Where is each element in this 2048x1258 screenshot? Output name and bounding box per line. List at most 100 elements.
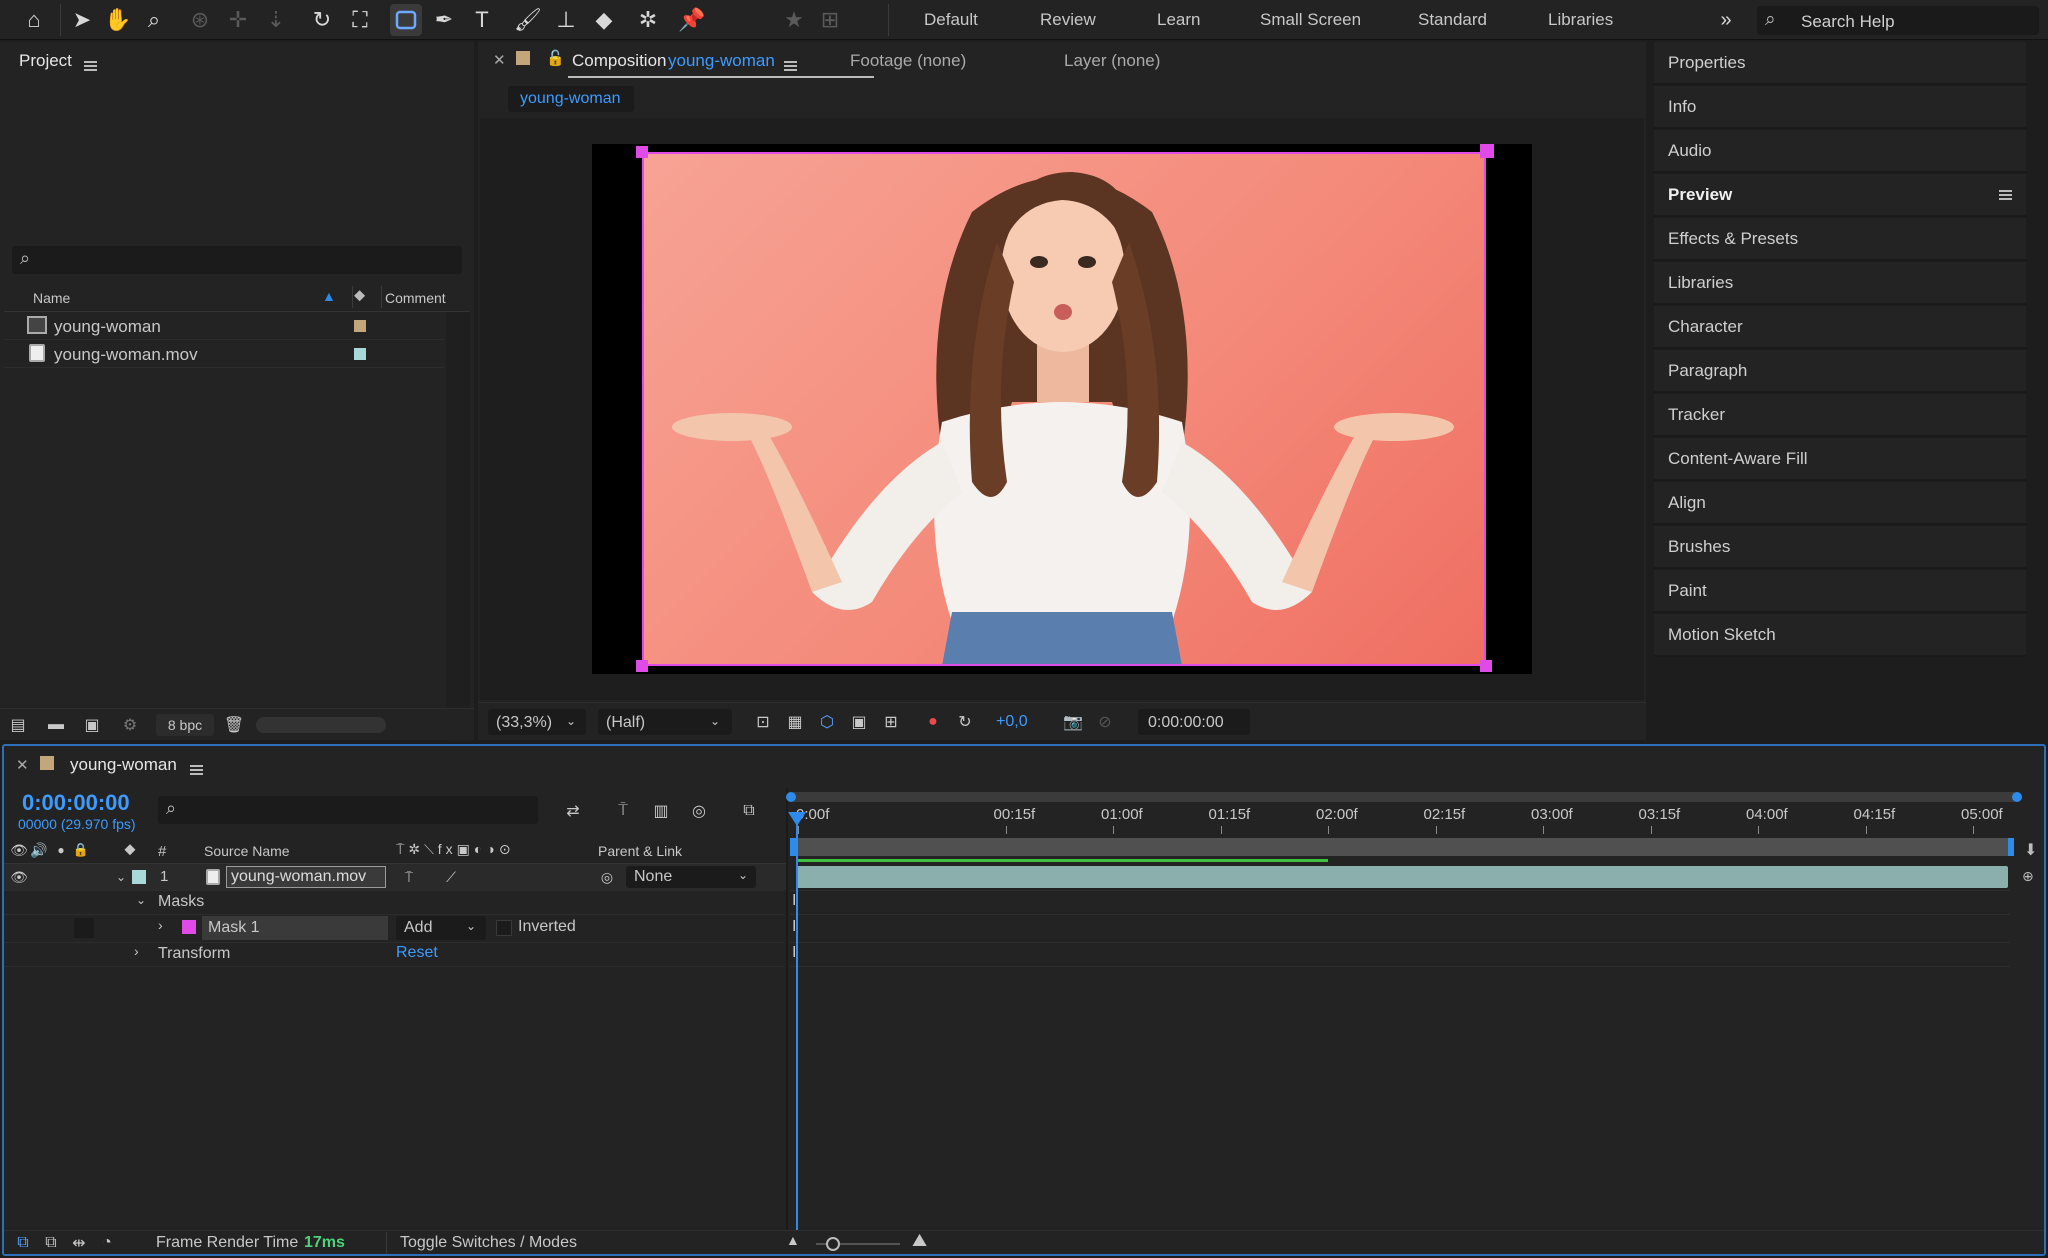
pen-tool-icon[interactable]: ✒ <box>428 4 460 36</box>
viewer-menu-icon[interactable] <box>784 61 797 71</box>
label-tag-icon[interactable]: ⬥ <box>120 840 140 860</box>
footage-tab[interactable]: Footage (none) <box>850 51 966 71</box>
column-parent-link[interactable]: Parent & Link <box>598 843 682 859</box>
region-of-interest-icon[interactable]: ▣ <box>848 711 870 733</box>
transform-reset-link[interactable]: Reset <box>396 944 438 962</box>
panel-audio[interactable]: Audio <box>1654 130 2026 173</box>
panel-character[interactable]: Character <box>1654 306 2026 349</box>
zoom-slider-thumb[interactable] <box>826 1237 840 1251</box>
time-ruler[interactable]: 0:00f 00:15f 01:00f 01:15f 02:00f 02:15f 03:00… <box>790 804 2018 834</box>
comp-mini-flowchart-icon[interactable]: ⇄ <box>560 798 586 824</box>
transparency-grid-icon[interactable]: ▦ <box>784 711 806 733</box>
zoom-out-icon[interactable]: ▲ <box>786 1232 800 1248</box>
panel-brushes[interactable]: Brushes <box>1654 526 2026 569</box>
color-channels-icon[interactable]: ● <box>922 711 944 733</box>
sort-ascending-icon[interactable]: ▲ <box>322 288 336 304</box>
chevron-right-icon[interactable]: › <box>134 943 139 959</box>
workspace-standard[interactable]: Standard <box>1418 10 1487 30</box>
timeline-menu-icon[interactable] <box>190 765 203 775</box>
pan-behind-tool-icon[interactable]: ⛶ <box>344 4 376 36</box>
panel-libraries[interactable]: Libraries <box>1654 262 2026 305</box>
mask-lock-toggle[interactable] <box>74 918 94 938</box>
inverted-checkbox[interactable] <box>496 920 512 936</box>
search-help-field[interactable]: ⌕ Search Help <box>1757 6 2039 35</box>
label-color-swatch[interactable] <box>354 320 366 332</box>
chevron-down-icon[interactable]: ⌄ <box>114 867 128 887</box>
project-scrollbar[interactable] <box>446 312 470 742</box>
grid-guides-icon[interactable]: ⊞ <box>880 711 902 733</box>
roto-brush-tool-icon[interactable]: ✲ <box>632 4 664 36</box>
panel-effects-presets[interactable]: Effects & Presets <box>1654 218 2026 261</box>
clone-stamp-tool-icon[interactable]: ⊥ <box>550 4 582 36</box>
resolution-dropdown[interactable]: (Half) ⌄ <box>598 709 732 735</box>
adjust-icon[interactable]: ⚙ <box>118 713 142 737</box>
mask-vertex-handle[interactable] <box>1480 660 1492 672</box>
new-folder-icon[interactable]: ▬ <box>44 713 68 737</box>
draft-3d-icon[interactable]: ⍑ <box>610 798 636 824</box>
label-tag-icon[interactable]: ⬥ <box>354 287 365 305</box>
workspace-small-screen[interactable]: Small Screen <box>1260 10 1361 30</box>
star-icon[interactable]: ★ <box>778 4 810 36</box>
mask-color-swatch[interactable] <box>182 920 196 934</box>
layer-switches-toggle-icon[interactable]: ⧉ <box>12 1232 34 1254</box>
rectangle-tool-icon[interactable] <box>390 4 422 36</box>
mask-path-outline[interactable] <box>642 152 1486 666</box>
mask-vertex-handle[interactable] <box>636 660 648 672</box>
video-visibility-icon[interactable]: 👁 <box>10 840 28 860</box>
comp-marker-bin-icon[interactable]: ⬇ <box>2024 840 2037 860</box>
brush-tool-icon[interactable]: 🖌 <box>512 4 544 36</box>
fast-previews-icon[interactable]: ⊡ <box>752 711 774 733</box>
more-workspaces-icon[interactable]: » <box>1710 4 1742 36</box>
comp-breadcrumb[interactable]: young-woman <box>508 86 634 112</box>
layer-row[interactable]: 👁 ⌄ 1 young-woman.mov ⍑ ⟋ ◎ None ⌄ <box>4 864 786 890</box>
pickwhip-icon[interactable]: ◎ <box>598 867 616 887</box>
render-time-toggle-icon[interactable]: ◔ <box>96 1232 118 1254</box>
preview-menu-icon[interactable] <box>1999 190 2012 200</box>
masks-group-label[interactable]: Masks <box>158 893 204 911</box>
zoom-in-icon[interactable]: ⛰ <box>912 1230 927 1251</box>
label-color-swatch[interactable] <box>354 348 366 360</box>
time-navigator-bar[interactable] <box>790 792 2018 802</box>
in-out-toggle-icon[interactable]: ⇹ <box>68 1232 90 1254</box>
composition-tab-label[interactable]: Composition <box>572 51 667 71</box>
home-icon[interactable]: ⌂ <box>18 4 50 36</box>
pan-camera-icon[interactable]: ✛ <box>222 4 254 36</box>
dolly-camera-icon[interactable]: ⇣ <box>260 4 292 36</box>
mask-visibility-icon[interactable]: ⬡ <box>816 711 838 733</box>
show-snapshot-icon[interactable]: ⊘ <box>1094 711 1116 733</box>
shy-switch-icon[interactable]: ⍑ <box>400 867 418 887</box>
selection-tool-icon[interactable]: ➤ <box>66 4 98 36</box>
playhead-line[interactable] <box>796 812 798 1232</box>
bit-depth-button[interactable]: 8 bpc <box>156 714 214 736</box>
layer-name-field[interactable]: young-woman.mov <box>226 866 386 888</box>
transform-group-label[interactable]: Transform <box>158 945 230 963</box>
timeline-current-time[interactable]: 0:00:00:00 <box>22 790 130 816</box>
playhead-handle[interactable] <box>788 812 806 826</box>
chevron-right-icon[interactable]: › <box>158 917 163 933</box>
project-item[interactable]: young-woman.mov <box>4 340 444 368</box>
close-tab-icon[interactable]: ✕ <box>16 756 29 774</box>
panel-tracker[interactable]: Tracker <box>1654 394 2026 437</box>
column-number[interactable]: # <box>158 843 166 860</box>
timeline-comp-name[interactable]: young-woman <box>70 755 177 775</box>
hand-tool-icon[interactable]: ✋ <box>102 4 134 36</box>
timeline-search-input[interactable]: ⌕ <box>158 796 538 824</box>
workspace-learn[interactable]: Learn <box>1157 10 1200 30</box>
graph-editor-icon[interactable]: ⧉ <box>736 798 762 824</box>
navigator-end-handle[interactable] <box>2012 792 2022 802</box>
panel-paint[interactable]: Paint <box>1654 570 2026 613</box>
panel-align[interactable]: Align <box>1654 482 2026 525</box>
interpret-footage-icon[interactable]: ▤ <box>6 713 30 737</box>
rotation-tool-icon[interactable]: ↻ <box>306 4 338 36</box>
toggle-switches-modes-button[interactable]: Toggle Switches / Modes <box>400 1234 577 1252</box>
mask-vertex-handle[interactable] <box>636 146 648 158</box>
panel-content-aware-fill[interactable]: Content-Aware Fill <box>1654 438 2026 481</box>
snapping-icon[interactable]: ⊞ <box>814 4 846 36</box>
layer-link-icon[interactable]: ⊕ <box>2022 868 2034 885</box>
transfer-controls-toggle-icon[interactable]: ⧉ <box>40 1232 62 1254</box>
new-composition-icon[interactable]: ▣ <box>80 713 104 737</box>
thumbnail-slider[interactable] <box>256 717 386 733</box>
mask-name-field[interactable]: Mask 1 <box>202 916 388 940</box>
panel-motion-sketch[interactable]: Motion Sketch <box>1654 614 2026 657</box>
eraser-tool-icon[interactable]: ◆ <box>588 4 620 36</box>
